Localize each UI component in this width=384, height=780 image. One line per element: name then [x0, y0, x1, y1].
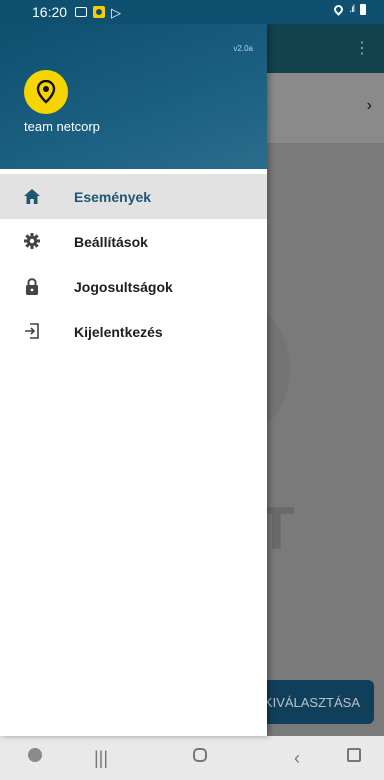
- menu-item-label: Kijelentkezés: [74, 323, 163, 340]
- signal-icon: .ıl: [349, 4, 355, 15]
- navigation-drawer: v2.0a team netcorp Események Beállítások…: [0, 24, 267, 736]
- app-version: v2.0a: [233, 44, 253, 53]
- drawer-menu: Események Beállítások Jogosultságok Kije…: [0, 174, 267, 354]
- menu-item-label: Jogosultságok: [74, 278, 173, 295]
- team-logo: [24, 70, 68, 114]
- home-icon: [24, 188, 40, 204]
- play-notification-icon: ▷: [111, 4, 122, 20]
- back-icon[interactable]: ‹: [294, 748, 300, 769]
- system-navigation-bar: ||| ‹: [0, 736, 384, 780]
- app-notification-icon: [93, 6, 106, 18]
- battery-icon: [360, 4, 366, 15]
- keyboard-switch-icon[interactable]: [347, 748, 361, 762]
- chevron-right-icon: ›: [366, 97, 372, 114]
- gear-icon: [24, 233, 40, 249]
- status-time: 16:20: [32, 4, 68, 20]
- menu-item-jogosultsagok[interactable]: Jogosultságok: [0, 264, 267, 309]
- select-button[interactable]: KIVÁLASZTÁSA: [252, 680, 374, 724]
- home-button-icon[interactable]: [193, 748, 207, 762]
- menu-item-kijelentkezes[interactable]: Kijelentkezés: [0, 309, 267, 354]
- location-pin-icon: [36, 80, 56, 104]
- gallery-notification-icon: [75, 7, 88, 17]
- select-button-label: KIVÁLASZTÁSA: [263, 694, 360, 710]
- drawer-header: v2.0a team netcorp: [0, 24, 267, 169]
- menu-item-beallitasok[interactable]: Beállítások: [0, 219, 267, 264]
- status-bar: 16:20 ▷ .ıl: [0, 0, 384, 24]
- lock-icon: [24, 277, 40, 295]
- recent-apps-icon[interactable]: |||: [94, 748, 108, 769]
- menu-item-esemenyek[interactable]: Események: [0, 174, 267, 219]
- logout-icon: [24, 323, 40, 339]
- team-name: team netcorp: [24, 119, 100, 134]
- location-icon: [332, 3, 346, 16]
- menu-item-label: Események: [74, 188, 152, 205]
- menu-item-label: Beállítások: [74, 233, 148, 250]
- overflow-menu-icon[interactable]: ⋮: [354, 38, 370, 58]
- game-launcher-icon[interactable]: [28, 748, 42, 762]
